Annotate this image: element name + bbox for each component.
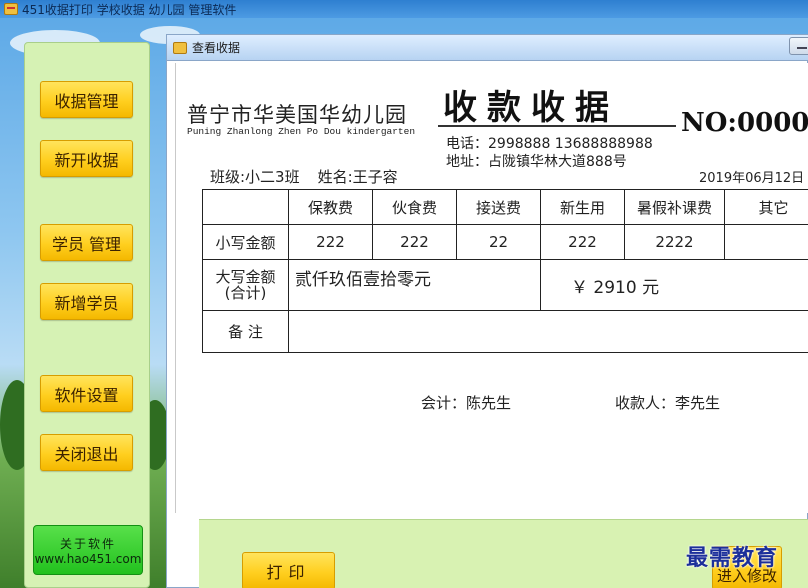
table-header-cell: 暑假补课费 — [624, 189, 725, 225]
table-header-cell: 新生用 — [540, 189, 625, 225]
upper-amount-text: 贰仟玖佰壹拾零元 — [288, 259, 541, 311]
accountant: 会计：陈先生 — [421, 394, 512, 412]
add-student-button[interactable]: 新增学员 — [40, 283, 133, 320]
payee: 收款人：李先生 — [615, 394, 721, 412]
table-cell: 22 — [456, 224, 541, 260]
view-receipt-window: 查看收据 普宁市华美国华幼儿园 Puning Zhanlong Zhen Po … — [166, 34, 808, 588]
table-cell: 222 — [540, 224, 625, 260]
note-row: 备 注 — [202, 310, 808, 353]
table-header-cell: 接送费 — [456, 189, 541, 225]
school-name: 普宁市华美国华幼儿园 — [187, 103, 407, 127]
receipt-date: 2019年06月12日 — [699, 171, 805, 186]
about-software-button[interactable]: 关于软件 www.hao451.com — [33, 525, 143, 575]
student-management-button[interactable]: 学员 管理 — [40, 224, 133, 261]
new-receipt-button[interactable]: 新开收据 — [40, 140, 133, 177]
total-amount: ￥ 2910 元 — [540, 259, 808, 311]
table-cell — [724, 224, 808, 260]
table-header-cell: 其它 — [724, 189, 808, 225]
about-website: www.hao451.com — [34, 551, 142, 566]
table-cell: 2222 — [624, 224, 725, 260]
app-titlebar: 451收据打印 学校收据 幼儿园 管理软件 — [0, 0, 808, 18]
class-info: 班级:小二3班 — [210, 168, 300, 186]
upper-amount-row: 大写金额 (合计) 贰仟玖佰壹拾零元 ￥ 2910 元 — [202, 259, 808, 311]
receipt-title: 收款收据 — [443, 88, 619, 128]
upper-amount-label: 大写金额 (合计) — [202, 259, 289, 311]
student-name: 姓名:王子容 — [317, 168, 398, 186]
note-label: 备 注 — [202, 310, 289, 353]
school-name-english: Puning Zhanlong Zhen Po Dou kindergarten — [187, 126, 416, 137]
exit-button[interactable]: 关闭退出 — [40, 434, 133, 471]
address: 地址：占陇镇华林大道888号 — [446, 154, 627, 170]
watermark-logo: 最需教育 — [686, 545, 779, 571]
receipt-document: 普宁市华美国华幼儿园 Puning Zhanlong Zhen Po Dou k… — [175, 63, 808, 513]
minimize-button[interactable] — [789, 37, 808, 55]
receipt-number: NO:00008 — [681, 108, 808, 138]
receipt-management-button[interactable]: 收据管理 — [40, 81, 133, 118]
table-header-row: 保教费 伙食费 接送费 新生用 暑假补课费 其它 — [202, 189, 808, 225]
upper-amount-label-line2: (合计) — [224, 284, 267, 302]
app-icon — [4, 3, 18, 15]
fee-table: 保教费 伙食费 接送费 新生用 暑假补课费 其它 小写金额 222 222 22… — [202, 189, 808, 353]
about-label: 关于软件 — [59, 536, 116, 551]
window-titlebar: 查看收据 — [167, 35, 808, 61]
window-title: 查看收据 — [192, 41, 241, 55]
table-cell: 222 — [372, 224, 457, 260]
table-header-cell: 保教费 — [288, 189, 373, 225]
student-info: 班级:小二3班 姓名:王子容 — [210, 166, 398, 187]
software-settings-button[interactable]: 软件设置 — [40, 375, 133, 412]
title-underline — [438, 125, 676, 127]
phone-number: 电话：2998888 13688888988 — [446, 136, 653, 152]
table-header-cell: 伙食费 — [372, 189, 457, 225]
note-value — [288, 310, 808, 353]
app-title: 451收据打印 学校收据 幼儿园 管理软件 — [22, 2, 237, 17]
sidebar: 收据管理 新开收据 学员 管理 新增学员 软件设置 关闭退出 关于软件 www.… — [24, 42, 150, 588]
lower-amount-label: 小写金额 — [202, 224, 289, 260]
upper-amount-label-line1: 大写金额 — [215, 268, 276, 286]
window-icon — [173, 41, 187, 54]
table-cell: 222 — [288, 224, 373, 260]
table-header-cell — [202, 189, 289, 225]
lower-amount-row: 小写金额 222 222 22 222 2222 — [202, 224, 808, 260]
print-button[interactable]: 打印 — [242, 552, 335, 588]
